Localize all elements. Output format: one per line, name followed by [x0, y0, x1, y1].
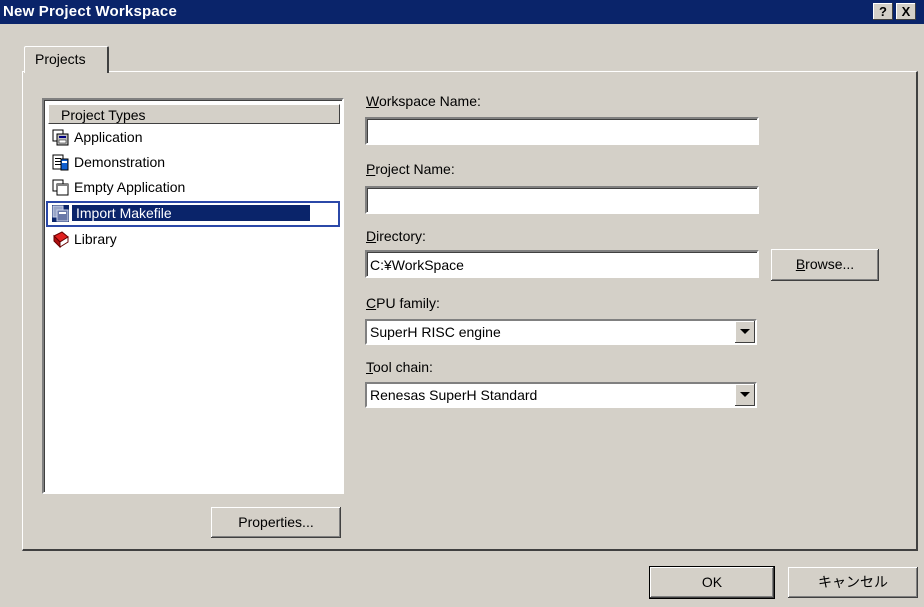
- project-type-demonstration[interactable]: Demonstration: [48, 152, 338, 174]
- project-type-application[interactable]: Application: [48, 127, 338, 149]
- workspace-name-label: Workspace Name:: [366, 93, 481, 109]
- browse-button[interactable]: Browse...: [771, 249, 879, 281]
- chevron-down-icon[interactable]: [735, 384, 755, 406]
- tool-chain-label: Tool chain:: [366, 359, 433, 375]
- project-name-label: Project Name:: [366, 161, 455, 177]
- project-type-label: Import Makefile: [72, 205, 310, 221]
- empty-application-icon: [52, 179, 69, 196]
- project-types-header-label: Project Types: [61, 107, 146, 123]
- project-type-import-makefile[interactable]: Import Makefile: [46, 201, 340, 227]
- cpu-family-value: SuperH RISC engine: [370, 324, 501, 340]
- close-button[interactable]: X: [896, 3, 916, 20]
- project-type-label: Empty Application: [74, 179, 186, 195]
- application-icon: [52, 129, 69, 146]
- title-bar: New Project Workspace ? X: [0, 0, 924, 24]
- tool-chain-value: Renesas SuperH Standard: [370, 387, 538, 403]
- help-button[interactable]: ?: [873, 3, 893, 20]
- workspace-name-input[interactable]: [365, 117, 759, 145]
- tool-chain-select[interactable]: Renesas SuperH Standard: [365, 382, 757, 408]
- cancel-button[interactable]: キャンセル: [788, 567, 918, 598]
- chevron-down-icon[interactable]: [735, 321, 755, 343]
- library-icon: [53, 231, 69, 248]
- cpu-family-select[interactable]: SuperH RISC engine: [365, 319, 757, 345]
- directory-label: Directory:: [366, 228, 426, 244]
- project-name-input[interactable]: [365, 186, 759, 214]
- project-types-list[interactable]: Project Types Application Demonstration …: [42, 98, 344, 494]
- directory-input[interactable]: C:¥WorkSpace: [365, 250, 759, 278]
- project-type-empty-application[interactable]: Empty Application: [48, 177, 338, 199]
- window-title: New Project Workspace: [3, 3, 177, 20]
- project-types-header[interactable]: Project Types: [48, 104, 340, 124]
- ok-button[interactable]: OK: [649, 566, 775, 599]
- tab-projects-label: Projects: [35, 51, 86, 67]
- import-makefile-icon: [52, 205, 69, 222]
- project-type-library[interactable]: Library: [48, 229, 338, 251]
- cpu-family-label: CPU family:: [366, 295, 440, 311]
- project-type-label: Demonstration: [74, 154, 166, 170]
- demonstration-icon: [52, 154, 69, 171]
- project-type-label: Application: [74, 129, 143, 145]
- project-type-label: Library: [74, 231, 117, 247]
- tab-projects[interactable]: Projects: [24, 46, 109, 73]
- properties-button[interactable]: Properties...: [211, 507, 341, 538]
